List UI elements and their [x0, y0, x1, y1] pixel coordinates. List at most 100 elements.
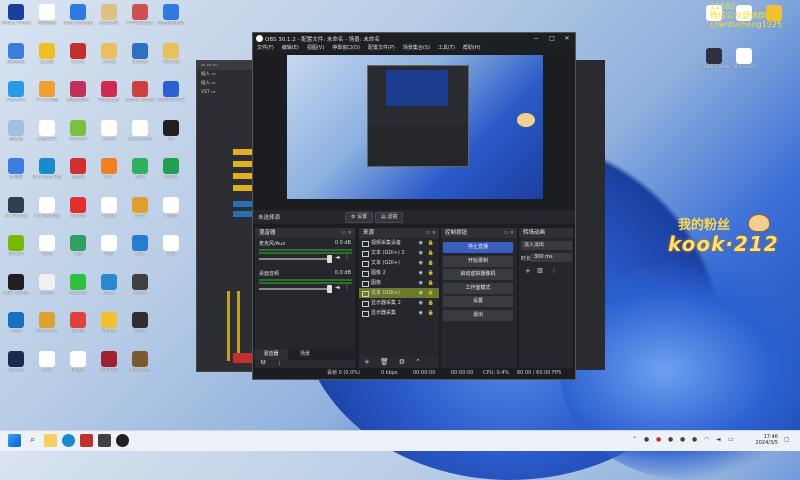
- desktop-icon[interactable]: Play: [94, 235, 124, 257]
- slider-handle[interactable]: [327, 285, 332, 293]
- desktop-icon[interactable]: QQ Music: [32, 312, 62, 334]
- app-icon[interactable]: [98, 434, 111, 447]
- tray-icon[interactable]: ●: [644, 436, 651, 444]
- trash-icon[interactable]: 🗑: [375, 356, 394, 368]
- lock-icon[interactable]: 🔒: [428, 258, 434, 268]
- tab-mixer[interactable]: 混音器: [254, 349, 288, 360]
- desktop-icon[interactable]: Maps: [94, 273, 124, 296]
- desktop-icon[interactable]: OBS Studio: [1, 273, 31, 296]
- tray-icon[interactable]: ●: [680, 436, 687, 444]
- desktop-icon[interactable]: 腾讯课堂: [94, 4, 124, 26]
- eye-icon[interactable]: ◉: [419, 288, 423, 298]
- desktop-icon[interactable]: Global Gateway: [699, 48, 729, 70]
- add-icon[interactable]: +: [359, 356, 375, 368]
- record-button[interactable]: [233, 353, 253, 363]
- desktop-icon[interactable]: Steam: [1, 350, 31, 373]
- wifi-icon[interactable]: ◠: [704, 436, 711, 444]
- menu-item[interactable]: 编辑(E): [278, 44, 303, 53]
- desktop-icon[interactable]: Minecraft: [125, 350, 155, 373]
- desktop-icon[interactable]: NVIDIA: [1, 235, 31, 257]
- source-item[interactable]: 图像 2 ◉ 🔒: [359, 268, 439, 278]
- tray-icon[interactable]: ●: [668, 436, 675, 444]
- search-icon[interactable]: ⌕: [26, 434, 39, 447]
- control-button[interactable]: 退出: [443, 309, 513, 321]
- desktop-icon[interactable]: SUSPICIOUS: [156, 81, 186, 103]
- lock-icon[interactable]: 🔒: [428, 268, 434, 278]
- send-slot[interactable]: [233, 211, 253, 217]
- menu-item[interactable]: 配置文件(P): [364, 44, 399, 53]
- eye-icon[interactable]: ◉: [419, 258, 423, 268]
- desktop-icon[interactable]: Potplayer: [94, 81, 124, 103]
- lock-icon[interactable]: 🔒: [428, 238, 434, 248]
- desktop-icon[interactable]: Clip: [63, 235, 93, 257]
- source-item[interactable]: 文本 (GDI+) ◉ 🔒: [359, 288, 439, 298]
- source-item[interactable]: 图像 ◉ 🔒: [359, 278, 439, 288]
- speaker-icon[interactable]: ◄: [335, 254, 340, 261]
- fx-slot[interactable]: [233, 173, 253, 179]
- eye-icon[interactable]: ◉: [419, 308, 423, 318]
- desktop-icon[interactable]: 微信截图: [32, 4, 62, 26]
- obs-icon[interactable]: [116, 434, 129, 447]
- tray-icon[interactable]: ●: [656, 436, 663, 444]
- desktop-icon[interactable]: Screen Recorder: [125, 81, 155, 103]
- more-icon[interactable]: ⋮: [344, 284, 350, 291]
- more-icon[interactable]: ⋮: [551, 267, 557, 274]
- desktop-icon[interactable]: Xbox: [125, 196, 155, 219]
- tray-icon[interactable]: ●: [692, 436, 699, 444]
- close-button[interactable]: ✕: [560, 34, 574, 43]
- fader-track[interactable]: [227, 291, 230, 361]
- menu-item[interactable]: 工具(T): [434, 44, 459, 53]
- menu-item[interactable]: 视图(V): [303, 44, 328, 53]
- eye-icon[interactable]: ◉: [419, 268, 423, 278]
- desktop-icon[interactable]: Circle: [63, 42, 93, 65]
- desktop-icon[interactable]: 网易有道翻译: [156, 4, 186, 26]
- add-icon[interactable]: +: [525, 267, 531, 275]
- volume-slider[interactable]: [259, 258, 329, 260]
- chevron-up-icon[interactable]: ⌃: [632, 436, 639, 444]
- desktop-icon[interactable]: Eagle: [94, 196, 124, 219]
- title-bar[interactable]: OBS 30.1.2 - 配置文件: 未命名 - 场景: 未命名 − □ ✕: [253, 33, 575, 44]
- notification-icon[interactable]: ▢: [784, 436, 791, 444]
- desktop-icon[interactable]: WinRAR: [94, 350, 124, 373]
- desktop-icon[interactable]: Notes: [32, 273, 62, 296]
- menu-item[interactable]: 文件(F): [253, 44, 278, 53]
- menu-item[interactable]: 帮助(H): [459, 44, 485, 53]
- desktop-icon[interactable]: ShareX: [125, 42, 155, 65]
- chevron-up-icon[interactable]: ⌃: [410, 356, 426, 368]
- control-button[interactable]: 开始录制: [443, 255, 513, 267]
- lock-icon[interactable]: 🔒: [428, 288, 434, 298]
- volume-slider[interactable]: [259, 288, 329, 290]
- slider-handle[interactable]: [327, 255, 332, 263]
- desktop-icon[interactable]: Network: [1, 81, 31, 103]
- desktop-icon[interactable]: 网易云音乐: [63, 81, 93, 103]
- battery-icon[interactable]: ▭: [728, 436, 735, 444]
- desktop-icon[interactable]: Word: [32, 235, 62, 257]
- source-filter-button[interactable]: ▤ 滤镜: [375, 212, 404, 223]
- lock-icon[interactable]: 🔒: [428, 248, 434, 258]
- background-audio-window[interactable]: ▭ ▭ ▭ 插入 ▭ 插入 ▭ VST ▭: [196, 60, 258, 372]
- desktop-icon[interactable]: Chat: [1, 312, 31, 334]
- desktop-icon[interactable]: MYREDcopy: [125, 4, 155, 26]
- desktop-icon[interactable]: Adobe Photoshop: [1, 4, 31, 26]
- source-item[interactable]: 显示器采集 ◉ 🔒: [359, 308, 439, 318]
- source-item[interactable]: 显示器采集 2 ◉ 🔒: [359, 298, 439, 308]
- maximize-button[interactable]: □: [545, 34, 559, 43]
- volume-icon[interactable]: ◄: [716, 436, 723, 444]
- desktop-icon[interactable]: QQ: [156, 235, 186, 257]
- eye-icon[interactable]: ◉: [419, 248, 423, 258]
- fx-slot[interactable]: [233, 185, 253, 191]
- fader-track[interactable]: [237, 291, 240, 361]
- desktop-icon[interactable]: 爱发现: [32, 42, 62, 65]
- desktop-icon[interactable]: Video: [125, 312, 155, 334]
- eye-icon[interactable]: ◉: [419, 238, 423, 248]
- source-item[interactable]: 视频采集设备 ◉ 🔒: [359, 238, 439, 248]
- lock-icon[interactable]: 🔒: [428, 298, 434, 308]
- fx-slot[interactable]: [233, 161, 253, 167]
- desktop-icon[interactable]: Android: [63, 119, 93, 142]
- send-slot[interactable]: [233, 201, 253, 207]
- duration-input[interactable]: 300 ms: [531, 253, 572, 262]
- desktop-icon[interactable]: 剪辑: [125, 158, 155, 180]
- source-item[interactable]: 文本 (GDI+) 2 ◉ 🔒: [359, 248, 439, 258]
- desktop-icon[interactable]: Cloud: [125, 273, 155, 296]
- source-item[interactable]: 文本 (GDI+) ◉ 🔒: [359, 258, 439, 268]
